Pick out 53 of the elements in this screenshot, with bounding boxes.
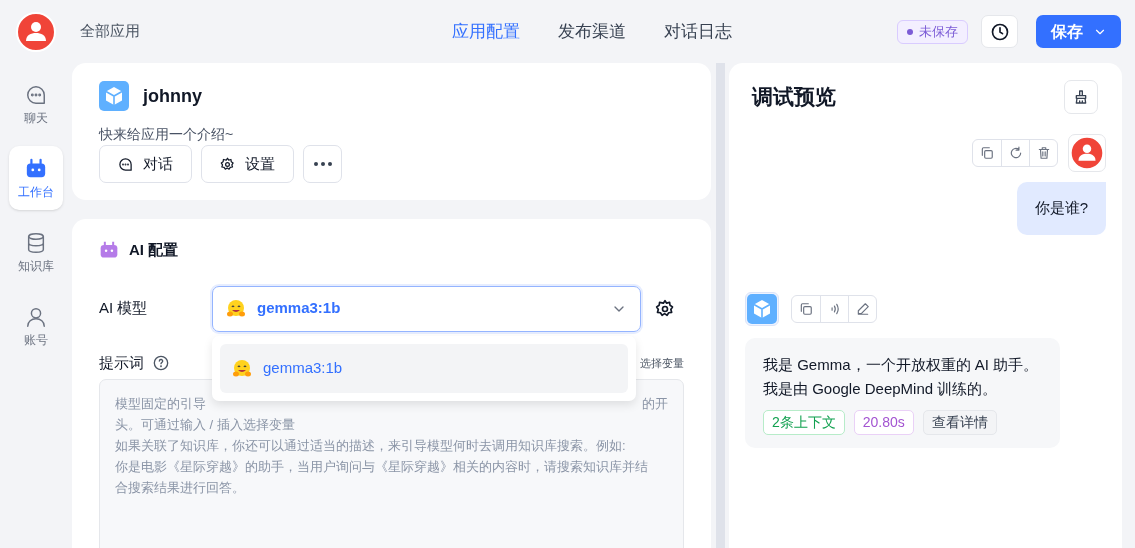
clock-icon	[989, 21, 1010, 42]
database-icon	[25, 232, 47, 254]
robot-icon	[25, 158, 47, 180]
model-select[interactable]: gemma3:1b	[212, 285, 641, 332]
trash-icon	[1036, 146, 1051, 160]
bot-avatar	[747, 293, 777, 324]
sidebar-item[interactable]: 工作台	[9, 146, 63, 210]
hugging-face-icon	[232, 358, 252, 379]
refresh-icon	[1008, 146, 1023, 160]
settings-icon	[655, 298, 675, 319]
pencil-icon	[855, 301, 870, 316]
help-icon	[153, 354, 169, 371]
breadcrumb-link[interactable]: 全部应用	[80, 20, 380, 43]
chat-bubble-icon	[25, 84, 47, 106]
app-action-button[interactable]: 对话	[99, 145, 192, 183]
context-tag: 2条上下文	[763, 409, 845, 435]
nav-tab[interactable]: 对话日志	[664, 18, 732, 45]
app-name: johnny	[143, 84, 202, 108]
copy-icon	[980, 146, 994, 160]
chat-bubble-icon	[118, 156, 133, 172]
dropdown-option[interactable]: gemma3:1b	[220, 344, 628, 393]
app-cube-icon	[99, 81, 129, 111]
hugging-face-icon	[226, 298, 246, 319]
nav-tab[interactable]: 发布渠道	[558, 18, 626, 45]
prompt-label: 提示词	[99, 352, 144, 373]
user-avatar	[16, 12, 56, 52]
section-title: AI 配置	[129, 240, 179, 260]
clear-button[interactable]	[1064, 80, 1098, 114]
unsaved-badge: 未保存	[897, 19, 968, 44]
person-icon	[25, 306, 47, 328]
variable-link[interactable]: 选择变量	[640, 354, 684, 371]
user-avatar	[1070, 136, 1104, 170]
sidebar-item[interactable]: 聊天	[9, 72, 63, 136]
nav-tab[interactable]: 应用配置	[452, 18, 520, 45]
model-label: AI 模型	[99, 298, 149, 319]
app-intro: 快来给应用一个介绍~	[99, 125, 235, 144]
sidebar-item[interactable]: 知识库	[9, 220, 63, 284]
details-button[interactable]: 查看详情	[922, 409, 997, 435]
robot-icon	[99, 240, 119, 261]
assistant-message: 我是 Gemma，一个开放权重的 AI 助手。我是由 Google DeepMind 训练的。	[763, 354, 1040, 399]
prompt-textarea[interactable]: 模型固定的引导 的开 头。可通过输入 / 插入选择变量 如果关联了知识库，你还可以通过适当的描述，来引导模型何时去调用知识库搜索。例如: 你是电影《星际穿越》的助手，当用户询问与《星际穿越》相关的内容时，请搜索知识库并结 合搜索结果进行回答。	[99, 379, 684, 548]
panel-title: 调试预览	[752, 84, 836, 111]
app-action-button[interactable]: 设置	[201, 145, 294, 183]
time-tag: 20.80s	[853, 409, 914, 435]
history-button[interactable]	[981, 15, 1018, 48]
save-button[interactable]: 保存	[1036, 15, 1121, 48]
more-button[interactable]	[303, 145, 342, 183]
sidebar-item[interactable]: 账号	[9, 294, 63, 358]
gear-icon	[220, 156, 235, 172]
user-message: 你是谁?	[1016, 182, 1106, 235]
broom-icon	[1073, 89, 1089, 105]
copy-icon	[799, 301, 813, 316]
more-icon	[313, 162, 332, 166]
